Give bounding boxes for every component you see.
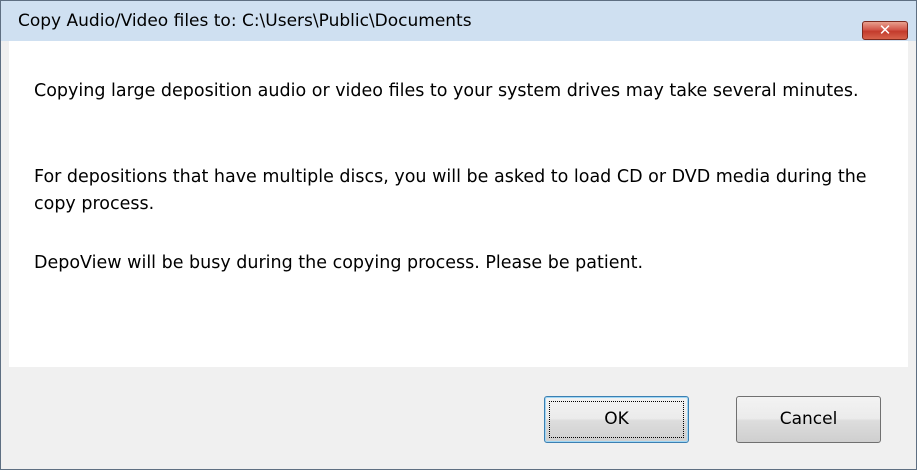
- cancel-button-label: Cancel: [779, 409, 838, 429]
- ok-button-label: OK: [604, 409, 629, 429]
- title-bar[interactable]: Copy Audio/Video files to: C:\Users\Publ…: [1, 1, 916, 41]
- close-icon: ✕: [878, 21, 892, 39]
- message-multiple-discs: For depositions that have multiple discs…: [34, 167, 867, 214]
- dialog-title: Copy Audio/Video files to: C:\Users\Publ…: [18, 11, 472, 31]
- message-busy: DepoView will be busy during the copying…: [34, 253, 644, 273]
- close-button[interactable]: ✕: [862, 21, 908, 40]
- message-area: Copying large deposition audio or video …: [9, 41, 908, 367]
- copy-files-dialog: Copy Audio/Video files to: C:\Users\Publ…: [0, 0, 917, 470]
- message-copy-duration: Copying large deposition audio or video …: [34, 81, 859, 101]
- cancel-button[interactable]: Cancel: [736, 396, 881, 443]
- ok-button[interactable]: OK: [544, 396, 689, 443]
